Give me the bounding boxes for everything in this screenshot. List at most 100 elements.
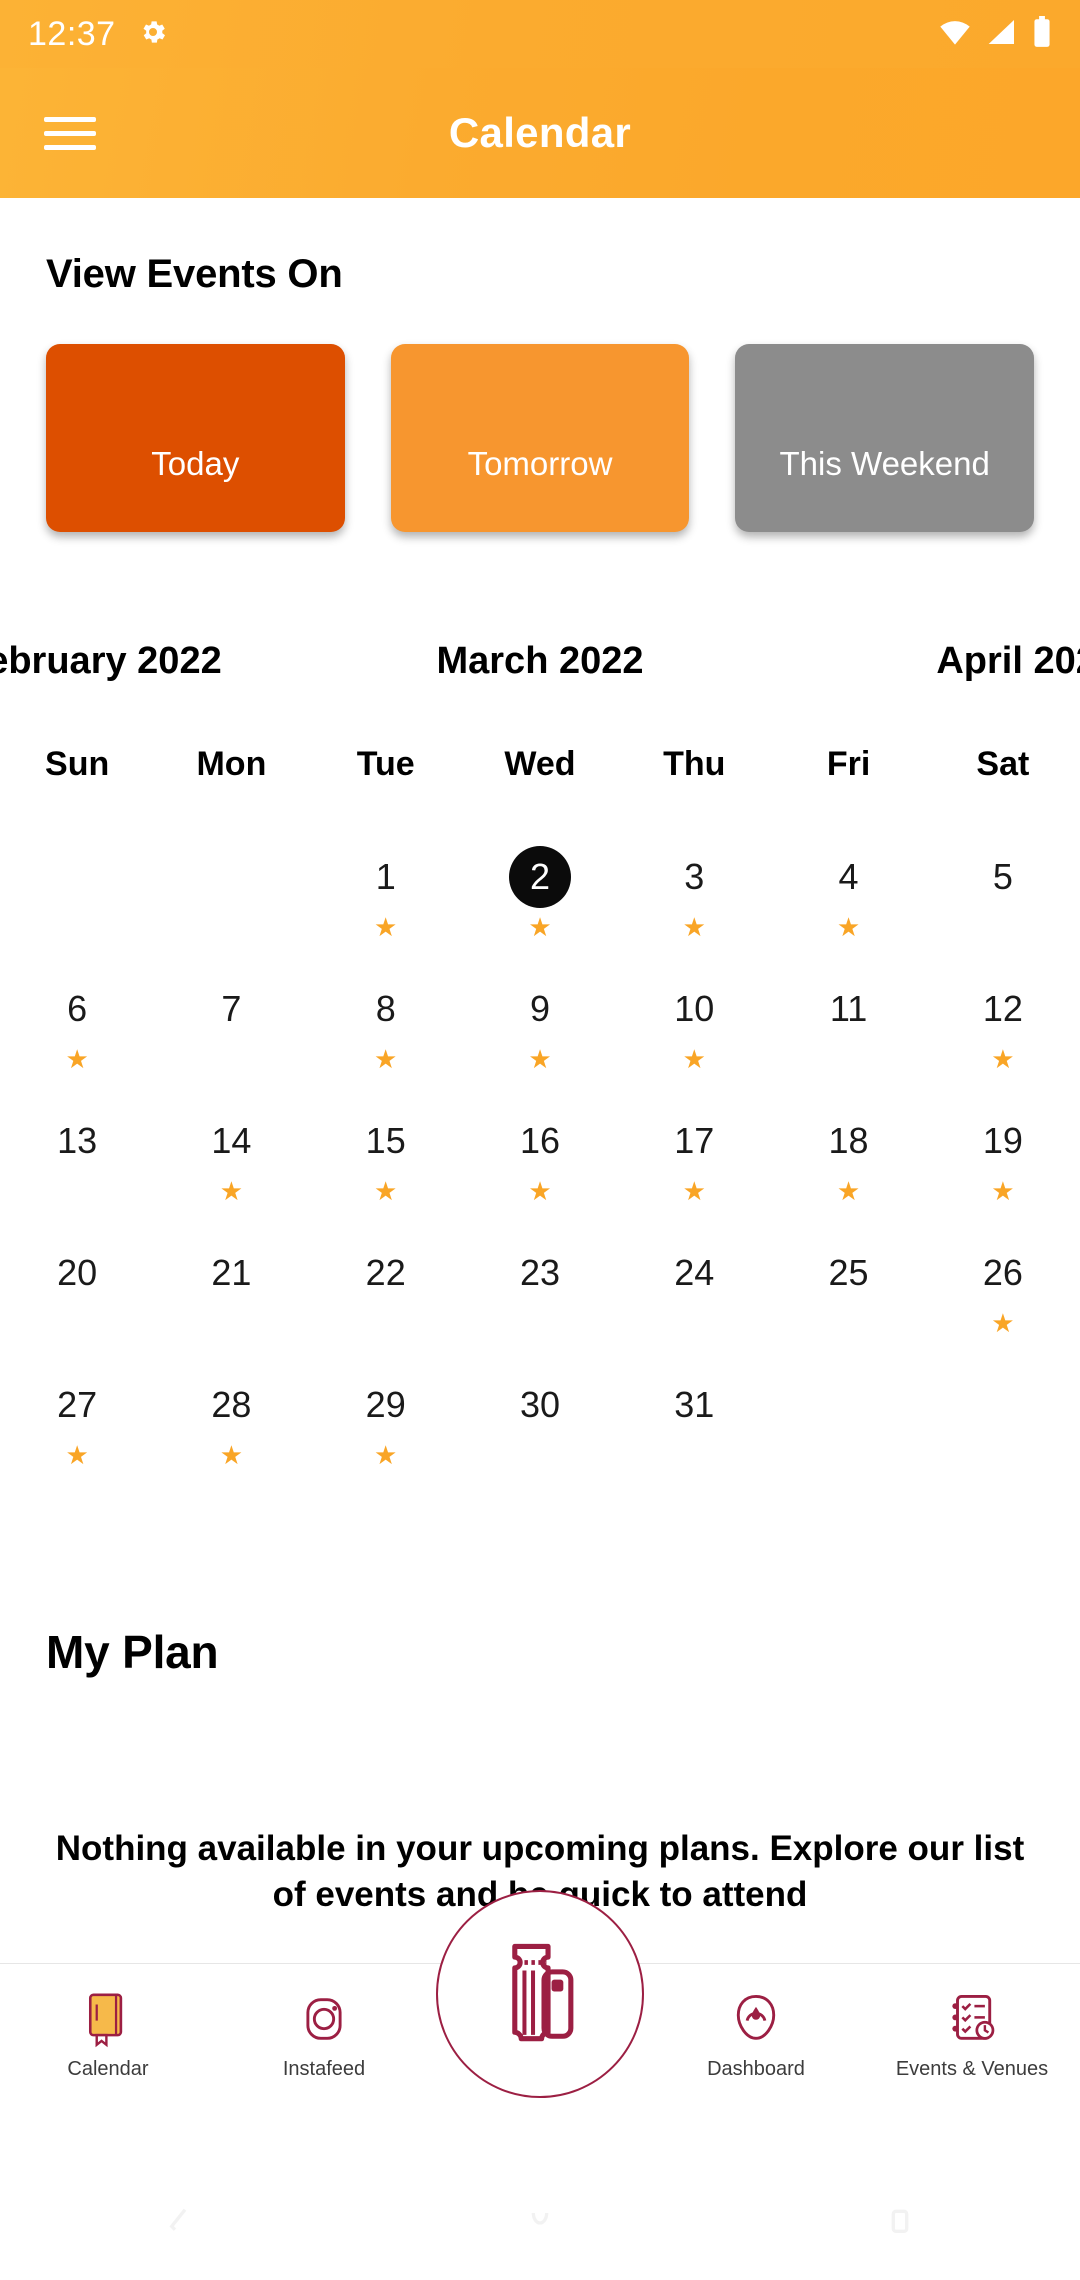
star-icon: ★ — [219, 1440, 244, 1470]
calendar-day-20[interactable]: 20 — [0, 1226, 154, 1358]
calendar-day-11[interactable]: 11 — [771, 962, 925, 1094]
status-icons — [938, 15, 1052, 53]
calendar-day-number: 11 — [829, 988, 868, 1029]
calendar-day-number: 19 — [982, 1120, 1023, 1161]
nav-item-calendar[interactable]: Calendar — [0, 1964, 216, 2134]
star-icon: ★ — [991, 1176, 1015, 1206]
star-icon: ★ — [991, 1044, 1015, 1074]
star-icon: ★ — [682, 912, 706, 942]
page-title: Calendar — [448, 109, 632, 156]
weekday-sun: Sun — [45, 745, 110, 783]
gauge-icon — [730, 1988, 782, 2050]
filter-chip-tomorrow[interactable]: Tomorrow — [390, 344, 690, 532]
calendar-day-number: 8 — [375, 988, 396, 1029]
calendar-day-number: 16 — [519, 1120, 560, 1161]
calendar-day-28[interactable]: 28 ★ — [154, 1358, 308, 1490]
calendar-day-number: 13 — [57, 1120, 98, 1161]
nav-item-instafeed[interactable]: Instafeed — [216, 1964, 432, 2134]
calendar-day-27[interactable]: 27 ★ — [0, 1358, 154, 1490]
star-icon: ★ — [836, 1176, 861, 1206]
calendar-cell-empty — [0, 830, 154, 962]
calendar-grid: 1 ★ 2 ★ 3 ★ 4 ★ 5 6 ★ 7 8 ★ 9 ★ 10 ★ 11 12 ★ 13 14 ★ 15 ★ 16 ★ 17 ★ 18… — [0, 830, 1080, 1490]
calendar-day-22[interactable]: 22 — [309, 1226, 463, 1358]
recents-icon[interactable] — [880, 2203, 920, 2248]
calendar-day-6[interactable]: 6 ★ — [0, 962, 154, 1094]
calendar-day-17[interactable]: 17 ★ — [617, 1094, 771, 1226]
calendar-day-9[interactable]: 9 ★ — [463, 962, 617, 1094]
app-bar: Calendar — [0, 68, 1080, 198]
calendar-day-15[interactable]: 15 ★ — [309, 1094, 463, 1226]
nav-label-instafeed: Instafeed — [282, 2058, 366, 2080]
tickets-icon — [486, 1933, 594, 2056]
battery-icon — [1032, 15, 1052, 53]
tickets-fab-button[interactable] — [436, 1890, 644, 2098]
calendar-day-1[interactable]: 1 ★ — [309, 830, 463, 962]
calendar-day-24[interactable]: 24 — [617, 1226, 771, 1358]
calendar-day-number: 7 — [221, 988, 242, 1029]
star-icon: ★ — [991, 1308, 1015, 1338]
calendar-day-number: 21 — [211, 1252, 252, 1293]
star-icon: ★ — [374, 1176, 398, 1206]
calendar-day-number: 30 — [519, 1384, 560, 1425]
view-events-on-heading: View Events On — [46, 252, 343, 296]
calendar-day-8[interactable]: 8 ★ — [309, 962, 463, 1094]
star-icon: ★ — [528, 1044, 552, 1074]
filter-chip-today[interactable]: Today — [46, 344, 345, 532]
nav-item-events-and-venues[interactable]: Events & Venues — [864, 1964, 1080, 2134]
calendar-day-number: 28 — [211, 1384, 252, 1425]
calendar-day-4[interactable]: 4 ★ — [771, 830, 925, 962]
calendar-day-30[interactable]: 30 — [463, 1358, 617, 1490]
status-time: 12:37 — [28, 14, 116, 53]
phone-screen: 12:37 Calendar View Events On Today Tomo… — [0, 0, 1080, 2280]
calendar-day-number: 12 — [982, 988, 1023, 1029]
calendar-day-7[interactable]: 7 — [154, 962, 308, 1094]
camera-icon — [298, 1988, 350, 2050]
calendar-day-31[interactable]: 31 — [617, 1358, 771, 1490]
nav-label-events-and-venues: Events & Venues — [895, 2058, 1049, 2080]
calendar-day-16[interactable]: 16 ★ — [463, 1094, 617, 1226]
calendar-day-number: 2 — [508, 846, 571, 908]
calendar-day-3[interactable]: 3 ★ — [617, 830, 771, 962]
calendar-day-10[interactable]: 10 ★ — [617, 962, 771, 1094]
star-icon: ★ — [682, 1176, 706, 1206]
calendar-day-18[interactable]: 18 ★ — [771, 1094, 925, 1226]
star-icon: ★ — [374, 1440, 398, 1470]
calendar-day-number: 23 — [519, 1252, 560, 1293]
calendar-day-number: 29 — [365, 1384, 406, 1425]
nav-item-dashboard[interactable]: Dashboard — [648, 1964, 864, 2134]
calendar-day-number: 20 — [57, 1252, 98, 1293]
android-system-nav — [0, 2170, 1080, 2280]
weekday-mon: Mon — [196, 745, 267, 783]
filter-chip-this-weekend[interactable]: This Weekend — [735, 344, 1035, 532]
calendar-day-25[interactable]: 25 — [771, 1226, 925, 1358]
calendar-day-13[interactable]: 13 — [0, 1094, 154, 1226]
calendar-cell-empty — [154, 830, 308, 962]
star-icon: ★ — [65, 1440, 89, 1470]
star-icon: ★ — [374, 912, 398, 942]
calendar-day-12[interactable]: 12 ★ — [926, 962, 1080, 1094]
calendar-day-number: 22 — [365, 1252, 406, 1293]
calendar-day-26[interactable]: 26 ★ — [926, 1226, 1080, 1358]
calendar-day-2[interactable]: 2 ★ — [463, 830, 617, 962]
weekday-sat: Sat — [976, 745, 1030, 783]
month-next[interactable]: April 2022 — [936, 640, 1080, 683]
calendar-day-number: 31 — [674, 1384, 715, 1425]
calendar-day-21[interactable]: 21 — [154, 1226, 308, 1358]
back-icon[interactable] — [160, 2203, 200, 2248]
wifi-icon — [938, 18, 972, 51]
star-icon: ★ — [374, 1044, 398, 1074]
calendar-day-29[interactable]: 29 ★ — [309, 1358, 463, 1490]
home-icon[interactable] — [520, 2203, 560, 2248]
calendar-day-23[interactable]: 23 — [463, 1226, 617, 1358]
calendar-day-number: 18 — [828, 1120, 869, 1161]
cell-signal-icon — [986, 18, 1018, 51]
calendar-day-14[interactable]: 14 ★ — [154, 1094, 308, 1226]
calendar-day-5[interactable]: 5 — [926, 830, 1080, 962]
calendar-day-number: 3 — [684, 856, 705, 897]
calendar-day-19[interactable]: 19 ★ — [926, 1094, 1080, 1226]
calendar-day-number: 17 — [674, 1120, 715, 1161]
nav-label-calendar: Calendar — [67, 2058, 149, 2080]
month-carousel[interactable]: February 2022 March 2022 April 2022 — [0, 615, 1080, 707]
weekday-fri: Fri — [826, 745, 871, 783]
calendar-day-number: 5 — [992, 856, 1013, 897]
